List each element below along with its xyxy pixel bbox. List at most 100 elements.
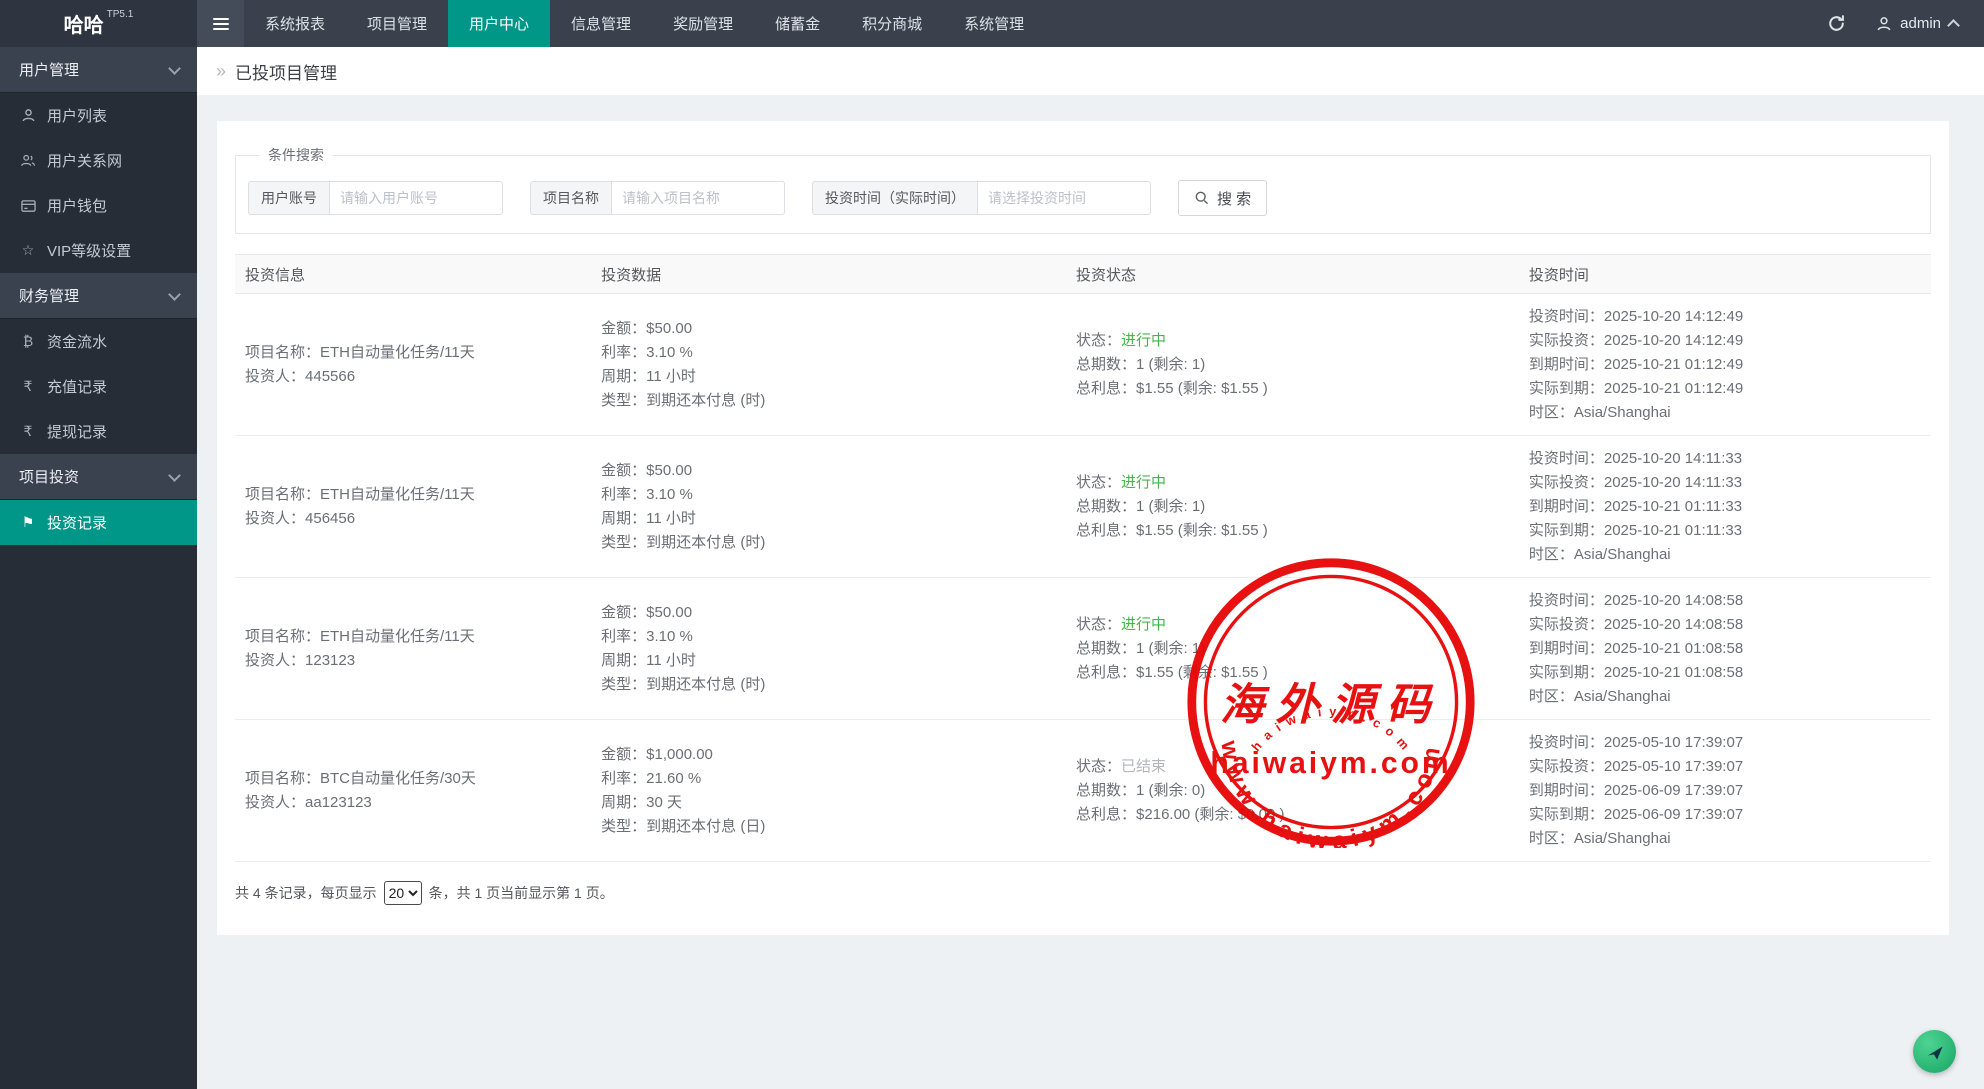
paper-plane-icon (1924, 1041, 1946, 1063)
nav-tab-savings[interactable]: 储蓄金 (754, 0, 841, 47)
top-bar: 哈哈 TP5.1 系统报表项目管理用户中心信息管理奖励管理储蓄金积分商城系统管理… (0, 0, 1984, 47)
user-account-input[interactable] (329, 181, 503, 215)
sidebar-item-vip-level[interactable]: ☆VIP等级设置 (0, 228, 197, 273)
nav-tab-project[interactable]: 项目管理 (346, 0, 448, 47)
sidebar-item-fund-flow[interactable]: ₿资金流水 (0, 319, 197, 364)
field-line: 实际投资：2025-10-20 14:12:49 (1529, 331, 1931, 350)
bitcoin-icon: ₿ (19, 335, 37, 349)
invest-time-input[interactable] (977, 181, 1151, 215)
invest-status-cell: 状态：已结束总期数：1 (剩余: 0) 总利息：$216.00 (剩余: $0.0… (1066, 733, 1519, 848)
user-icon (19, 108, 37, 123)
table-row: 项目名称：ETH自动量化任务/11天投资人：123123 金额：$50.00 利率：… (235, 578, 1931, 720)
chevron-down-icon (168, 288, 181, 301)
star-icon: ☆ (19, 244, 37, 258)
sidebar-item-recharge-record[interactable]: ₹充值记录 (0, 364, 197, 409)
field-line: 周期：11 小时 (601, 367, 1066, 386)
field-line: 状态：进行中 (1076, 615, 1519, 634)
nav-tab-reward[interactable]: 奖励管理 (652, 0, 754, 47)
field-line: 到期时间：2025-10-21 01:08:58 (1529, 639, 1931, 658)
search-field-user-account: 用户账号 (248, 181, 503, 215)
main-area: » 已投项目管理 条件搜索 用户账号项目名称投资时间（实际时间） 搜 索 投资信… (197, 47, 1984, 1089)
sidebar-group-finance-mgmt[interactable]: 财务管理 (0, 273, 197, 319)
search-field-project-name: 项目名称 (530, 181, 785, 215)
chevron-down-icon (168, 469, 181, 482)
field-line: 投资人：123123 (245, 651, 591, 670)
field-line: 利率：3.10 % (601, 343, 1066, 362)
sidebar: 用户管理用户列表用户关系网用户钱包 ☆VIP等级设置财务管理₿资金流水₹充值记录₹… (0, 47, 197, 1089)
search-button[interactable]: 搜 索 (1178, 180, 1267, 216)
field-line: 总期数：1 (剩余: 0) (1076, 781, 1519, 800)
app-logo: 哈哈 TP5.1 (0, 0, 197, 47)
column-header: 投资状态 (1066, 264, 1519, 285)
field-line: 总利息：$1.55 (剩余: $1.55 ) (1076, 521, 1519, 540)
sidebar-item-withdraw-record[interactable]: ₹提现记录 (0, 409, 197, 454)
field-line: 总利息：$1.55 (剩余: $1.55 ) (1076, 379, 1519, 398)
sidebar-group-label: 用户管理 (19, 59, 79, 80)
invest-info-cell: 项目名称：BTC自动量化任务/30天投资人：aa123123 (235, 733, 591, 848)
field-line: 总期数：1 (剩余: 1) (1076, 497, 1519, 516)
column-header: 投资信息 (235, 264, 591, 285)
card: 条件搜索 用户账号项目名称投资时间（实际时间） 搜 索 投资信息投资数据投资状态… (217, 121, 1949, 935)
invest-info-cell: 项目名称：ETH自动量化任务/11天投资人：445566 (235, 307, 591, 422)
field-line: 金额：$50.00 (601, 603, 1066, 622)
search-row: 用户账号 项目名称投资时间（实际时间） 搜 索 (248, 180, 1918, 216)
pagination-text-before: 共 4 条记录，每页显示 (235, 883, 377, 903)
field-line: 总利息：$216.00 (剩余: $0.00 ) (1076, 805, 1519, 824)
sidebar-group-label: 项目投资 (19, 466, 79, 487)
field-line: 金额：$50.00 (601, 461, 1066, 480)
field-line: 投资时间：2025-10-20 14:08:58 (1529, 591, 1931, 610)
admin-label: admin (1900, 15, 1941, 32)
field-line: 总期数：1 (剩余: 1) (1076, 355, 1519, 374)
field-line: 到期时间：2025-10-21 01:11:33 (1529, 497, 1931, 516)
wallet-icon (19, 199, 37, 213)
invest-time-cell: 投资时间：2025-10-20 14:08:58实际投资：2025-10-20 … (1519, 591, 1931, 706)
sidebar-item-label: 用户钱包 (47, 195, 107, 216)
invest-info-cell: 项目名称：ETH自动量化任务/11天投资人：456456 (235, 449, 591, 564)
invest-data-cell: 金额：$50.00利率：3.10 %周期：11 小时类型：到期还本付息 (时) (591, 307, 1066, 422)
field-line: 项目名称：ETH自动量化任务/11天 (245, 343, 591, 362)
floating-action-button[interactable] (1913, 1030, 1956, 1073)
field-label: 用户账号 (248, 181, 329, 215)
sidebar-item-label: 投资记录 (47, 512, 107, 533)
nav-tab-points-mall[interactable]: 积分商城 (841, 0, 943, 47)
table-body: 项目名称：ETH自动量化任务/11天投资人：445566 金额：$50.00 利率：… (235, 294, 1931, 862)
field-line: 时区：Asia/Shanghai (1529, 829, 1931, 848)
column-header: 投资数据 (591, 264, 1066, 285)
project-name-input[interactable] (611, 181, 785, 215)
sidebar-item-invest-record[interactable]: ⚑投资记录 (0, 500, 197, 545)
invest-table: 投资信息投资数据投资状态投资时间 项目名称：ETH自动量化任务/11天投资人：4… (235, 254, 1931, 862)
invest-data-cell: 金额：$1,000.00利率：21.60 %周期：30 天类型：到期还本付息 (… (591, 733, 1066, 848)
sidebar-group-user-mgmt[interactable]: 用户管理 (0, 47, 197, 93)
field-line: 项目名称：ETH自动量化任务/11天 (245, 627, 591, 646)
nav-tab-user-center[interactable]: 用户中心 (448, 0, 550, 47)
invest-status-cell: 状态：进行中总期数：1 (剩余: 1)总利息：$1.55 (剩余: $1.55 … (1066, 449, 1519, 564)
search-panel: 条件搜索 用户账号项目名称投资时间（实际时间） 搜 索 (235, 145, 1931, 234)
field-line: 时区：Asia/Shanghai (1529, 403, 1931, 422)
invest-time-cell: 投资时间：2025-10-20 14:12:49实际投资：2025-10-20 … (1519, 307, 1931, 422)
invest-status-cell: 状态：进行中总期数：1 (剩余: 1)总利息：$1.55 (剩余: $1.55 … (1066, 307, 1519, 422)
page-size-select[interactable]: 20 (384, 881, 422, 905)
sidebar-group-project-invest[interactable]: 项目投资 (0, 454, 197, 500)
refresh-icon[interactable] (1827, 14, 1846, 33)
search-icon (1194, 190, 1210, 206)
admin-menu[interactable]: admin (1876, 15, 1958, 32)
sidebar-item-user-network[interactable]: 用户关系网 (0, 138, 197, 183)
menu-toggle-icon[interactable] (197, 0, 244, 47)
field-line: 类型：到期还本付息 (时) (601, 391, 1066, 410)
field-line: 利率：3.10 % (601, 627, 1066, 646)
sidebar-item-user-wallet[interactable]: 用户钱包 (0, 183, 197, 228)
breadcrumb: » 已投项目管理 (197, 47, 1984, 95)
search-field-invest-time: 投资时间（实际时间） (812, 181, 1151, 215)
page-title: 已投项目管理 (235, 59, 337, 84)
nav-tab-system[interactable]: 系统管理 (943, 0, 1045, 47)
field-line: 状态：已结束 (1076, 757, 1519, 776)
field-line: 总利息：$1.55 (剩余: $1.55 ) (1076, 663, 1519, 682)
table-row: 项目名称：ETH自动量化任务/11天投资人：445566金额：$50.00利率：… (235, 294, 1931, 436)
invest-info-cell: 项目名称：ETH自动量化任务/11天投资人：123123 (235, 591, 591, 706)
field-line: 实际到期：2025-06-09 17:39:07 (1529, 805, 1931, 824)
sidebar-item-user-list[interactable]: 用户列表 (0, 93, 197, 138)
nav-tab-report[interactable]: 系统报表 (244, 0, 346, 47)
field-line: 投资时间：2025-05-10 17:39:07 (1529, 733, 1931, 752)
nav-tab-info[interactable]: 信息管理 (550, 0, 652, 47)
field-line: 利率：21.60 % (601, 769, 1066, 788)
